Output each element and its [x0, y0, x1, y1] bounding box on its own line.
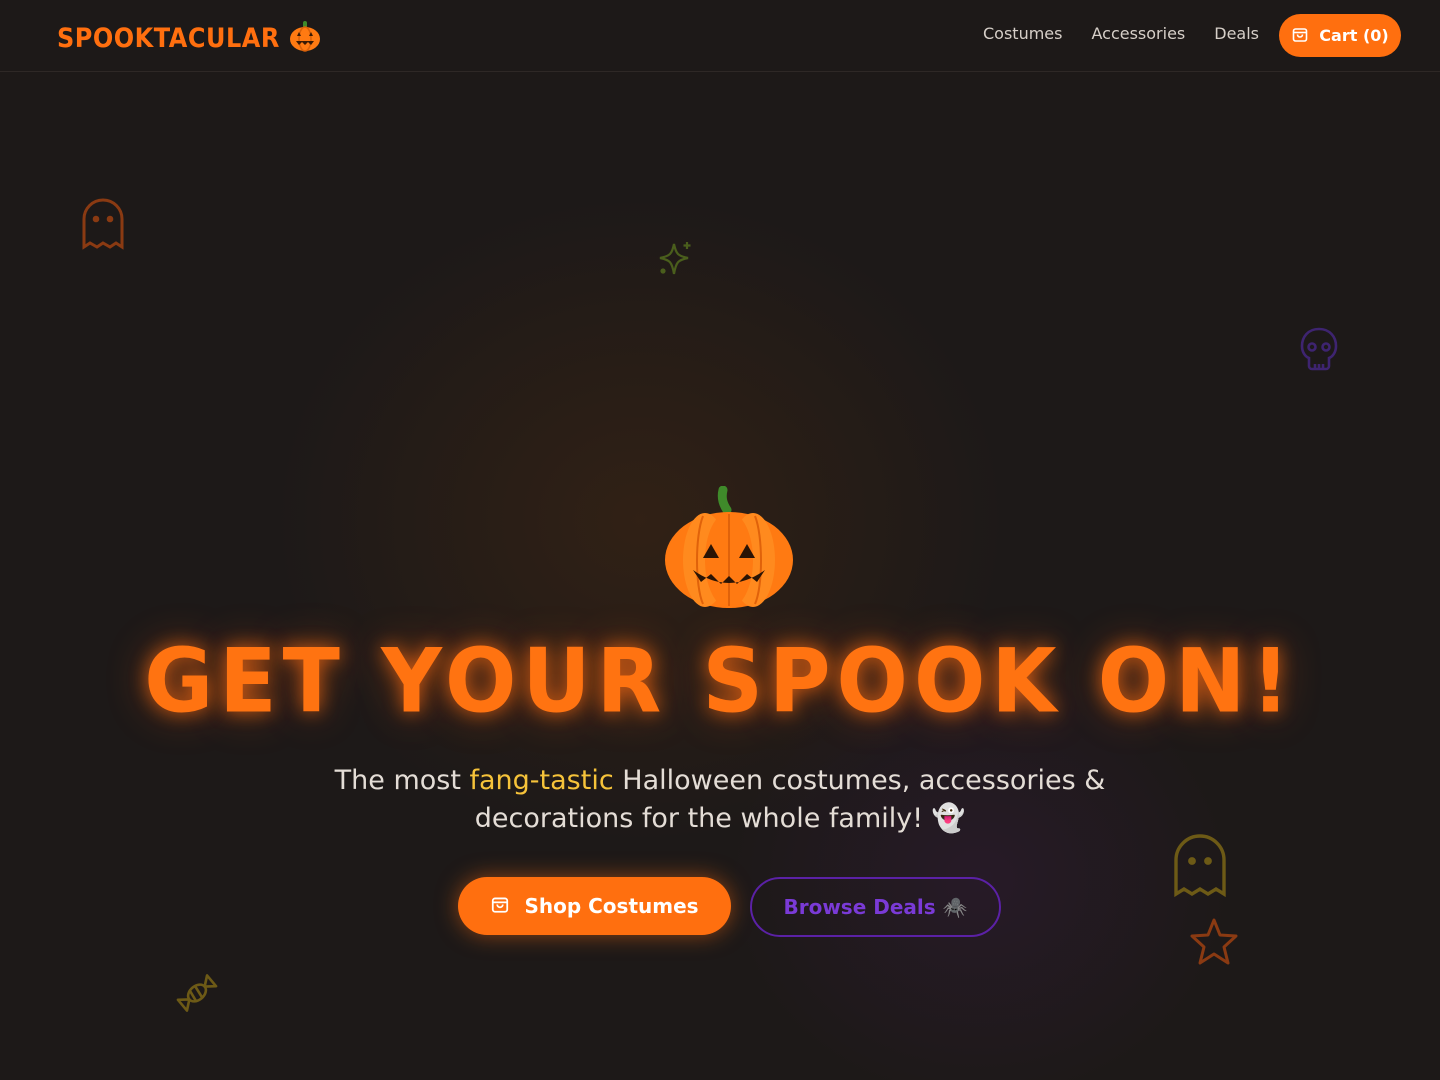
candy-icon [174, 970, 220, 1020]
hero-subtitle: The most fang-tastic Halloween costumes,… [320, 762, 1120, 838]
brand-logo[interactable]: SPOOKTACULAR [57, 20, 322, 56]
sparkle-icon [656, 240, 696, 282]
ghost-icon [80, 197, 126, 255]
nav-accessories-link[interactable]: Accessories [1091, 24, 1185, 43]
hero-pumpkin-icon [663, 485, 795, 614]
top-navigation-bar: SPOOKTACULAR Costumes Accessories Deals [0, 0, 1440, 72]
shopping-bag-icon [1291, 25, 1309, 47]
hero-title: GET YOUR SPOOK ON! [144, 629, 1296, 733]
cart-button[interactable]: Cart (0) [1279, 14, 1401, 57]
shop-costumes-label: Shop Costumes [524, 894, 699, 918]
star-icon [1188, 917, 1240, 971]
shopping-bag-icon [490, 894, 510, 919]
nav-costumes-link[interactable]: Costumes [983, 24, 1062, 43]
pumpkin-icon [288, 20, 322, 56]
subtitle-text-start: The most [334, 765, 470, 796]
skull-icon [1299, 326, 1339, 376]
main-nav: Costumes Accessories Deals [983, 24, 1259, 43]
browse-deals-button[interactable]: Browse Deals 🕷️ [750, 877, 1001, 937]
nav-deals-link[interactable]: Deals [1214, 24, 1259, 43]
ghost-icon [1172, 833, 1228, 903]
shop-costumes-button[interactable]: Shop Costumes [458, 877, 731, 935]
cart-label: Cart (0) [1319, 26, 1389, 45]
subtitle-highlight: fang-tastic [469, 765, 614, 796]
browse-deals-label: Browse Deals 🕷️ [783, 895, 968, 919]
brand-name: SPOOKTACULAR [57, 22, 280, 54]
page: SPOOKTACULAR Costumes Accessories Deals [0, 0, 1440, 1080]
